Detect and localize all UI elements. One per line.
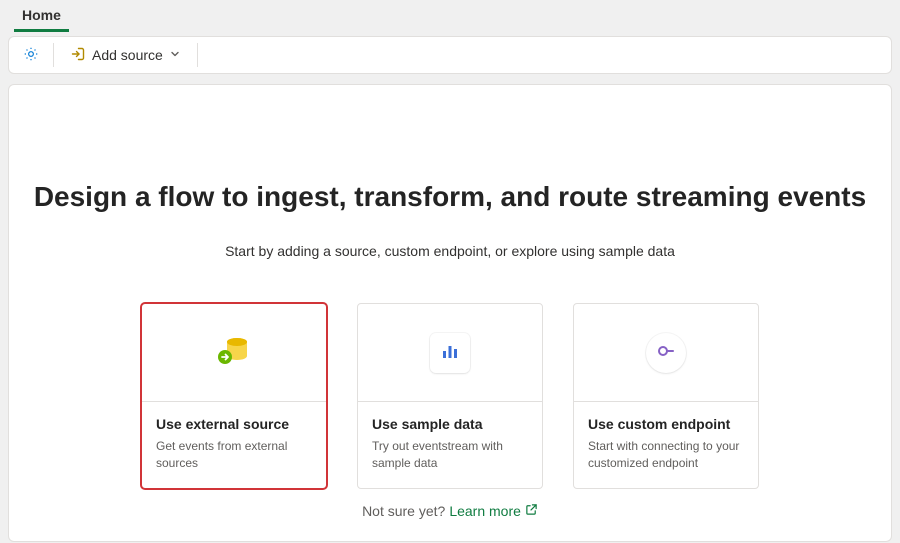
card-desc: Try out eventstream with sample data bbox=[372, 438, 528, 472]
external-link-icon bbox=[525, 503, 538, 519]
add-source-button[interactable]: Add source bbox=[62, 42, 189, 69]
toolbar: Add source bbox=[8, 36, 892, 74]
chevron-down-icon bbox=[169, 47, 181, 63]
main-panel: Design a flow to ingest, transform, and … bbox=[8, 84, 892, 542]
bar-chart-icon bbox=[440, 341, 460, 364]
page-subhead: Start by adding a source, custom endpoin… bbox=[225, 243, 675, 259]
card-external-source[interactable]: Use external source Get events from exte… bbox=[141, 303, 327, 489]
add-source-icon bbox=[70, 46, 86, 65]
toolbar-divider bbox=[197, 43, 198, 67]
card-title: Use custom endpoint bbox=[588, 416, 744, 432]
tab-strip: Home bbox=[0, 0, 900, 32]
option-cards: Use external source Get events from exte… bbox=[141, 303, 759, 489]
card-icon-zone bbox=[142, 304, 326, 402]
card-sample-data[interactable]: Use sample data Try out eventstream with… bbox=[357, 303, 543, 489]
card-custom-endpoint[interactable]: Use custom endpoint Start with connectin… bbox=[573, 303, 759, 489]
card-desc: Get events from external sources bbox=[156, 438, 312, 472]
tab-home[interactable]: Home bbox=[14, 1, 69, 32]
card-title: Use sample data bbox=[372, 416, 528, 432]
gear-icon bbox=[22, 45, 40, 66]
icon-chip bbox=[646, 333, 686, 373]
card-desc: Start with connecting to your customized… bbox=[588, 438, 744, 472]
card-icon-zone bbox=[358, 304, 542, 402]
not-sure-text: Not sure yet? bbox=[362, 503, 445, 519]
add-source-label: Add source bbox=[92, 47, 163, 63]
toolbar-divider bbox=[53, 43, 54, 67]
icon-chip bbox=[430, 333, 470, 373]
settings-button[interactable] bbox=[17, 41, 45, 69]
card-body: Use sample data Try out eventstream with… bbox=[358, 402, 542, 488]
database-arrow-icon bbox=[212, 329, 256, 376]
learn-more-label: Learn more bbox=[449, 503, 521, 519]
learn-more-row: Not sure yet? Learn more bbox=[362, 503, 538, 519]
page-headline: Design a flow to ingest, transform, and … bbox=[34, 181, 866, 213]
learn-more-link[interactable]: Learn more bbox=[449, 503, 538, 519]
card-title: Use external source bbox=[156, 416, 312, 432]
card-body: Use external source Get events from exte… bbox=[142, 402, 326, 488]
card-icon-zone bbox=[574, 304, 758, 402]
endpoint-icon bbox=[656, 341, 676, 364]
card-body: Use custom endpoint Start with connectin… bbox=[574, 402, 758, 488]
